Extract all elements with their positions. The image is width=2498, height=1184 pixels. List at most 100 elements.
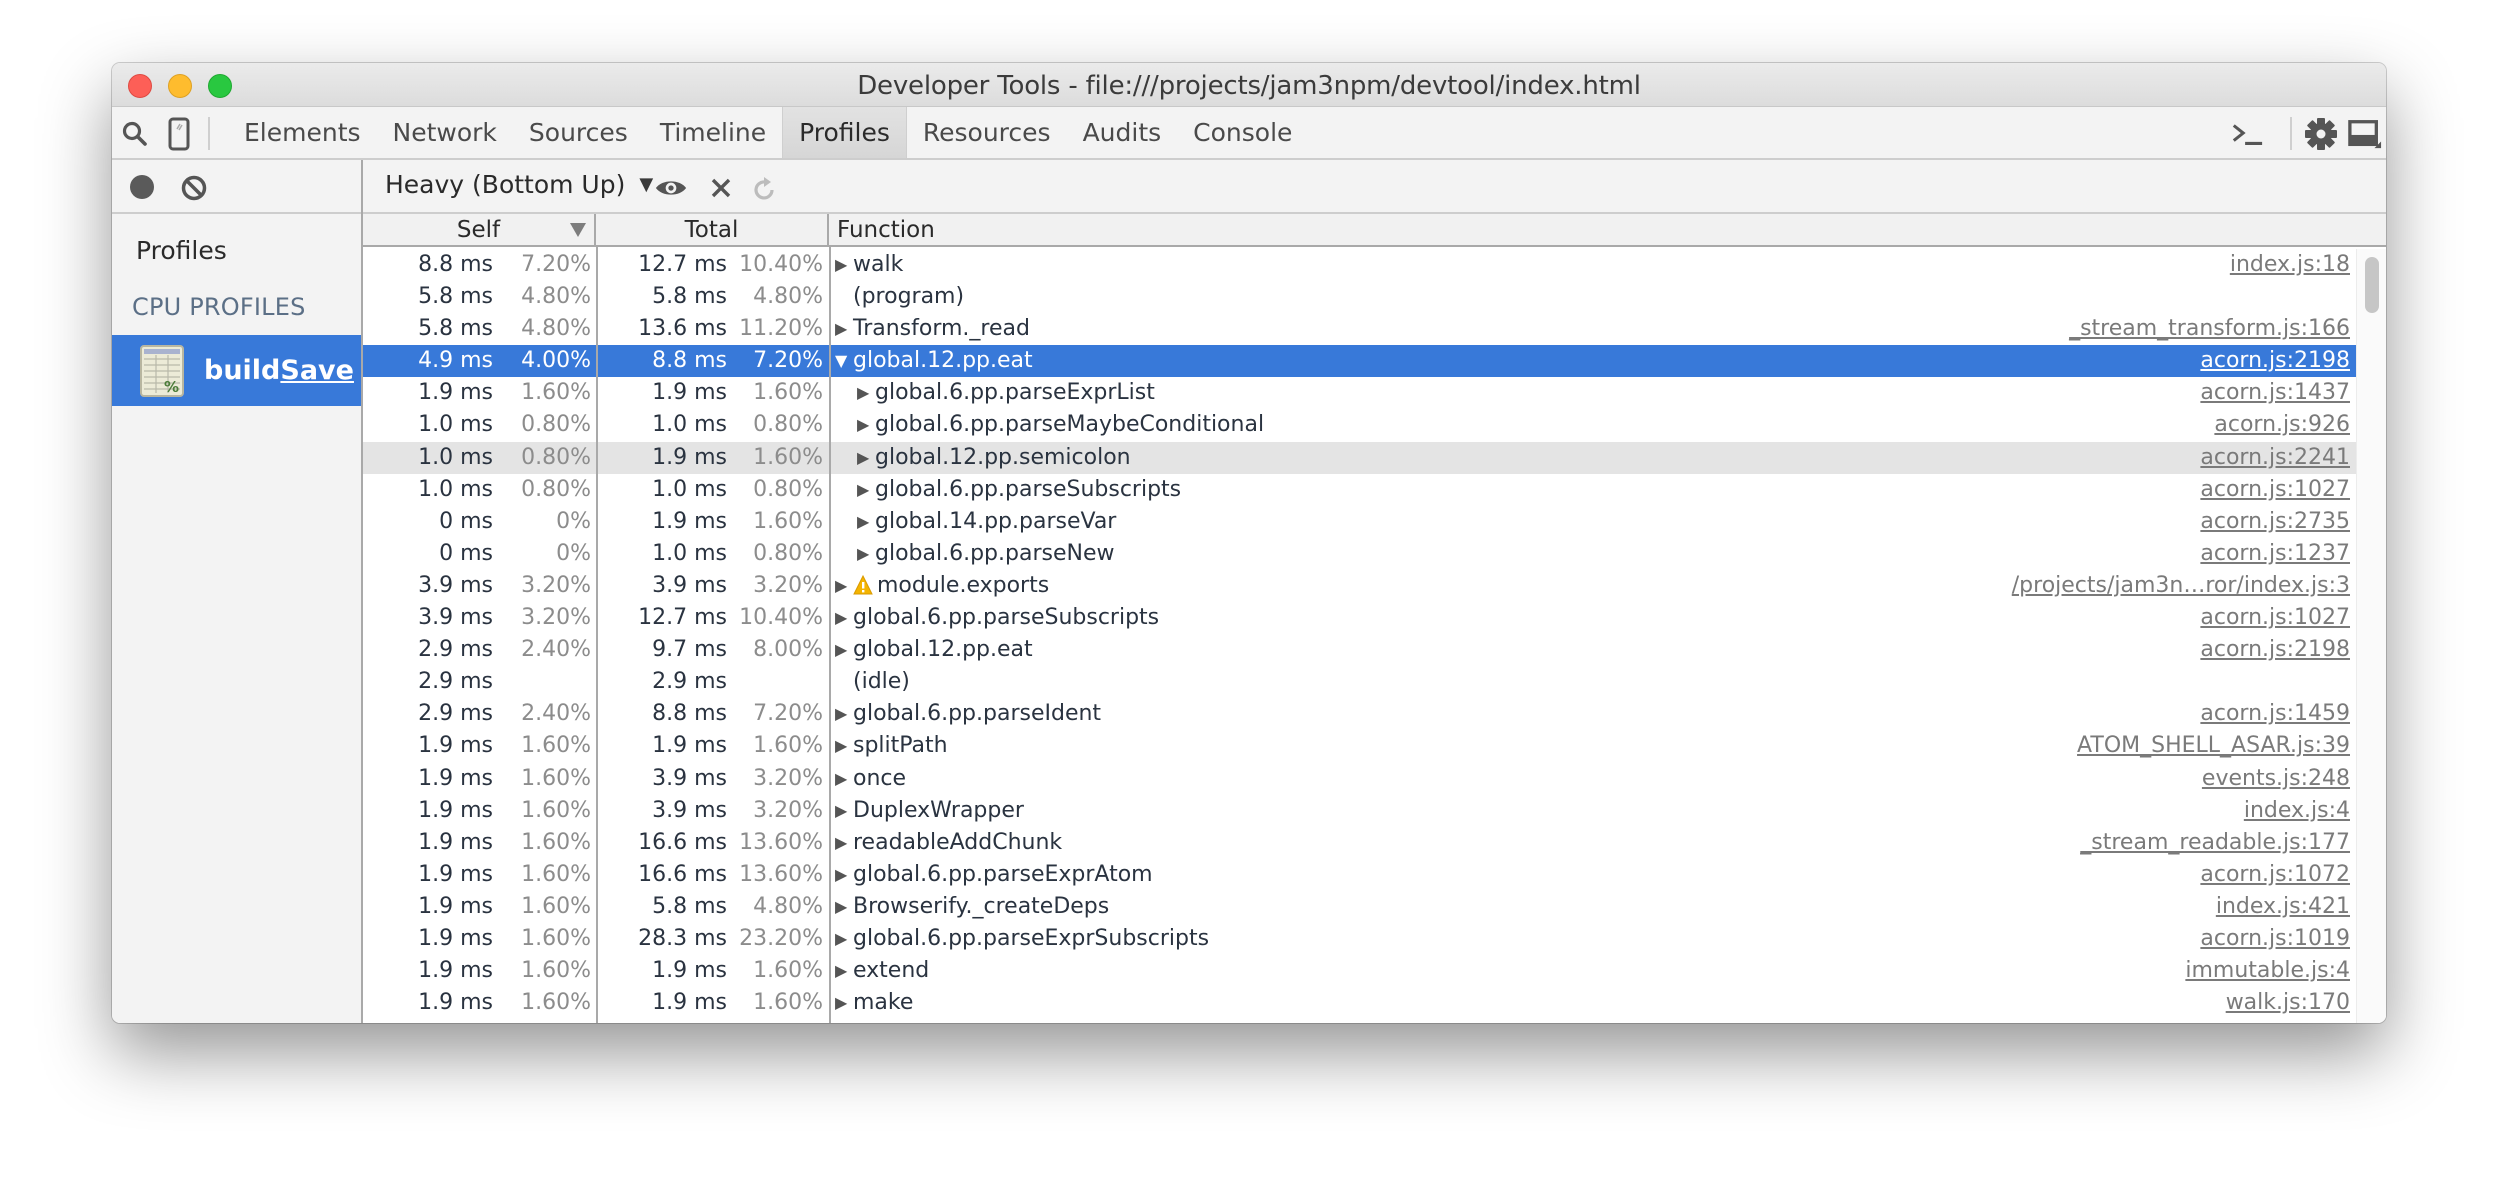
expand-arrow-icon[interactable]: ▶	[835, 730, 849, 762]
expand-arrow-icon[interactable]: ▶	[835, 249, 849, 281]
expand-arrow-icon[interactable]: ▶	[857, 442, 871, 474]
source-link[interactable]: walk.js:170	[2226, 987, 2350, 1019]
expand-arrow-icon[interactable]: ▶	[857, 538, 871, 570]
expand-arrow-icon[interactable]: ▶	[835, 698, 849, 730]
table-row[interactable]: 5.8 ms 4.80% 13.6 ms 11.20% ▶ Transform._read…	[363, 313, 2356, 345]
expand-arrow-icon[interactable]: ▶	[835, 602, 849, 634]
table-row[interactable]: 1.0 ms 0.80% 1.9 ms 1.60% ▶ global.12.pp.semi…	[363, 441, 2356, 474]
table-row[interactable]: 5.8 ms 4.80% 5.8 ms 4.80% (program)	[363, 281, 2356, 313]
table-row[interactable]: 1.9 ms 1.60% 1.9 ms 1.60% ▶ make walk.js:170	[363, 987, 2356, 1019]
tab-elements[interactable]: Elements	[228, 107, 377, 158]
source-link[interactable]: events.js:248	[2202, 763, 2350, 795]
expand-arrow-icon[interactable]: ▶	[835, 859, 849, 891]
tab-network[interactable]: Network	[377, 107, 513, 158]
table-row[interactable]: 1.0 ms 0.80% 1.0 ms 0.80% ▶ global.6.pp.parse…	[363, 474, 2356, 506]
tab-sources[interactable]: Sources	[513, 107, 644, 158]
source-link[interactable]: acorn.js:1459	[2200, 698, 2350, 730]
source-link[interactable]: immutable.js:4	[2185, 955, 2350, 987]
table-row[interactable]: 1.9 ms 1.60% 1.9 ms 1.60% ▶ global.15.pp.pars…	[363, 1019, 2356, 1023]
column-header-self[interactable]: Self	[363, 214, 596, 245]
table-row[interactable]: 1.0 ms 0.80% 1.0 ms 0.80% ▶ global.6.pp.parse…	[363, 409, 2356, 441]
source-link[interactable]: acorn.js:2916	[2200, 1019, 2350, 1023]
expand-arrow-icon[interactable]: ▶	[857, 377, 871, 409]
source-link[interactable]: acorn.js:1072	[2200, 859, 2350, 891]
table-row[interactable]: 3.9 ms 3.20% 3.9 ms 3.20% ▶ module.exports/pr…	[363, 570, 2356, 602]
table-row[interactable]: 2.9 ms 2.9 ms (idle)	[363, 666, 2356, 698]
tab-timeline[interactable]: Timeline	[644, 107, 782, 158]
exclude-x-icon[interactable]	[705, 172, 737, 204]
source-link[interactable]: acorn.js:1027	[2200, 474, 2350, 506]
expand-arrow-icon[interactable]: ▶	[857, 506, 871, 538]
expand-arrow-icon[interactable]: ▶	[835, 827, 849, 859]
profiles-heading[interactable]: Profiles	[136, 236, 227, 265]
expand-arrow-icon[interactable]: ▶	[835, 634, 849, 666]
expand-arrow-icon[interactable]: ▶	[857, 409, 871, 441]
expand-arrow-icon[interactable]: ▶	[857, 474, 871, 506]
view-mode-select[interactable]: Heavy (Bottom Up) ▼	[385, 170, 653, 199]
expand-arrow-icon[interactable]: ▶	[835, 923, 849, 955]
column-header-total[interactable]: Total	[596, 214, 829, 245]
console-drawer-icon[interactable]	[2230, 117, 2264, 151]
expand-arrow-icon[interactable]: ▶	[835, 891, 849, 923]
search-icon[interactable]	[118, 117, 152, 151]
expand-arrow-icon[interactable]: ▶	[835, 1019, 849, 1023]
dock-side-icon[interactable]	[2348, 117, 2382, 151]
source-link[interactable]: index.js:18	[2230, 249, 2350, 281]
save-profile-link[interactable]: Save	[280, 355, 354, 386]
source-link[interactable]: acorn.js:1437	[2200, 377, 2350, 409]
tab-audits[interactable]: Audits	[1067, 107, 1178, 158]
expand-arrow-icon[interactable]: ▶	[835, 987, 849, 1019]
tab-console[interactable]: Console	[1177, 107, 1308, 158]
column-header-function[interactable]: Function	[829, 214, 935, 245]
source-link[interactable]: index.js:421	[2216, 891, 2350, 923]
table-row[interactable]: 0 ms 0% 1.0 ms 0.80% ▶ global.6.pp.parseNew ac…	[363, 538, 2356, 570]
source-link[interactable]: acorn.js:2198	[2200, 634, 2350, 666]
focus-eye-icon[interactable]	[655, 172, 687, 204]
table-row[interactable]: 4.9 ms 4.00% 8.8 ms 7.20% ▼ global.12.pp.eat a…	[363, 345, 2356, 378]
tab-resources[interactable]: Resources	[907, 107, 1067, 158]
table-row[interactable]: 2.9 ms 2.40% 8.8 ms 7.20% ▶ global.6.pp.parse…	[363, 698, 2356, 730]
table-row[interactable]: 1.9 ms 1.60% 1.9 ms 1.60% ▶ splitPath ATOM_SHE…	[363, 730, 2356, 762]
source-link[interactable]: acorn.js:1237	[2200, 538, 2350, 570]
clear-profiles-button[interactable]	[180, 174, 208, 206]
tab-profiles[interactable]: Profiles	[782, 107, 907, 158]
restore-refresh-icon[interactable]	[749, 172, 781, 204]
source-link[interactable]: _stream_readable.js:177	[2080, 827, 2350, 859]
table-row[interactable]: 1.9 ms 1.60% 28.3 ms 23.20% ▶ global.6.pp.par…	[363, 923, 2356, 955]
expand-arrow-icon[interactable]: ▶	[835, 795, 849, 827]
scrollbar-thumb[interactable]	[2365, 257, 2379, 313]
expand-arrow-icon[interactable]: ▶	[835, 763, 849, 795]
table-row[interactable]: 0 ms 0% 1.9 ms 1.60% ▶ global.14.pp.parseVar a…	[363, 506, 2356, 538]
table-row[interactable]: 1.9 ms 1.60% 1.9 ms 1.60% ▶ global.6.pp.parse…	[363, 377, 2356, 409]
source-link[interactable]: acorn.js:1019	[2200, 923, 2350, 955]
source-link[interactable]: ATOM_SHELL_ASAR.js:39	[2077, 730, 2350, 762]
table-row[interactable]: 8.8 ms 7.20% 12.7 ms 10.40% ▶ walk index.js:18	[363, 249, 2356, 281]
expand-arrow-icon[interactable]: ▶	[835, 570, 849, 602]
column-divider[interactable]	[596, 247, 598, 1023]
record-profile-button[interactable]	[130, 175, 154, 199]
table-row[interactable]: 1.9 ms 1.60% 3.9 ms 3.20% ▶ once events.js:248	[363, 763, 2356, 795]
expand-arrow-icon[interactable]: ▶	[835, 313, 849, 345]
table-row[interactable]: 1.9 ms 1.60% 16.6 ms 13.60% ▶ readableAddChun…	[363, 827, 2356, 859]
source-link[interactable]: _stream_transform.js:166	[2069, 313, 2350, 345]
collapse-arrow-icon[interactable]: ▼	[835, 345, 849, 377]
vertical-scrollbar[interactable]	[2356, 249, 2386, 1023]
table-row[interactable]: 1.9 ms 1.60% 1.9 ms 1.60% ▶ extend immutable.j…	[363, 955, 2356, 987]
source-link[interactable]: acorn.js:2198	[2200, 345, 2350, 377]
source-link[interactable]: acorn.js:926	[2214, 409, 2350, 441]
source-link[interactable]: /projects/jam3n…ror/index.js:3	[2012, 570, 2350, 602]
table-row[interactable]: 3.9 ms 3.20% 12.7 ms 10.40% ▶ global.6.pp.par…	[363, 602, 2356, 634]
expand-arrow-icon[interactable]: ▶	[835, 955, 849, 987]
source-link[interactable]: acorn.js:2735	[2200, 506, 2350, 538]
table-row[interactable]: 1.9 ms 1.60% 3.9 ms 3.20% ▶ DuplexWrapper inde…	[363, 795, 2356, 827]
table-row[interactable]: 1.9 ms 1.60% 16.6 ms 13.60% ▶ global.6.pp.par…	[363, 859, 2356, 891]
settings-gear-icon[interactable]	[2304, 117, 2338, 151]
table-row[interactable]: 2.9 ms 2.40% 9.7 ms 8.00% ▶ global.12.pp.eat a…	[363, 634, 2356, 666]
source-link[interactable]: acorn.js:1027	[2200, 602, 2350, 634]
column-divider[interactable]	[829, 247, 831, 1023]
sidebar-item-build-profile[interactable]: % build Save	[112, 335, 361, 406]
device-mode-icon[interactable]	[162, 117, 196, 151]
table-row[interactable]: 1.9 ms 1.60% 5.8 ms 4.80% ▶ Browserify._creat…	[363, 891, 2356, 923]
source-link[interactable]: index.js:4	[2244, 795, 2350, 827]
source-link[interactable]: acorn.js:2241	[2200, 442, 2350, 474]
